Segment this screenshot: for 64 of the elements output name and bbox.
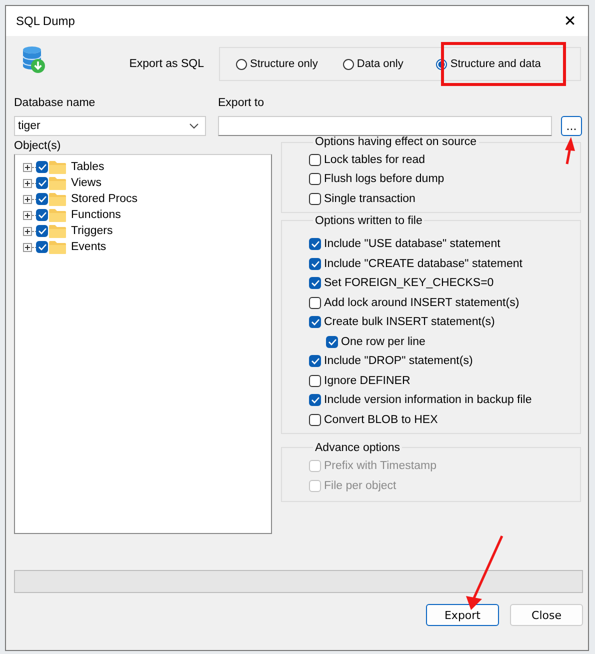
format-radio-option[interactable]: Structure only [236,58,318,70]
dialog-button[interactable]: Close [510,604,583,626]
database-dropdown[interactable]: tiger [14,116,206,136]
checkmark-icon [310,260,320,268]
expand-toggle[interactable] [23,242,32,252]
option-checkbox[interactable]: Include "CREATE database" statement [309,254,580,274]
checkmark-icon [310,240,320,248]
tree-checkbox[interactable] [36,225,48,237]
objects-label: Object(s) [14,139,62,153]
tree-item-label[interactable]: Events [71,241,106,253]
window-title: SQL Dump [16,14,75,28]
folder-icon [49,176,66,190]
tree-checkbox[interactable] [36,161,48,173]
tree-checkbox[interactable] [36,241,48,253]
export-as-label: Export as SQL [129,58,204,70]
checkmark-icon [310,318,320,326]
expand-toggle[interactable] [23,210,32,220]
option-checkbox[interactable]: Convert BLOB to HEX [309,410,580,430]
option-checkbox[interactable]: Set FOREIGN_KEY_CHECKS=0 [309,274,580,293]
checkmark-icon [310,357,320,366]
folder-icon [49,240,66,254]
export-to-label: Export to [218,96,266,110]
tree-item-label[interactable]: Functions [71,209,121,221]
tree-item-label[interactable]: Views [71,177,102,189]
tree-checkbox[interactable] [36,193,48,205]
checkmark-icon [328,338,336,346]
tree-checkbox[interactable] [36,177,48,189]
group-title: Advance options [314,442,402,454]
format-radio-option[interactable]: Structure and data [436,58,541,70]
database-name-label: Database name [14,96,96,110]
expand-toggle[interactable] [23,178,32,188]
export-path-field[interactable] [218,116,552,136]
option-checkbox[interactable]: Create bulk INSERT statement(s) [309,312,580,332]
caret-icon [189,123,199,129]
folder-icon [49,192,66,206]
folder-icon [49,208,66,222]
tree-item-label[interactable]: Stored Procs [71,193,138,205]
database-download-icon [22,46,46,74]
close-button[interactable]: ✕ [552,6,588,36]
group-title: Options having effect on source [314,136,478,148]
option-checkbox[interactable]: Add lock around INSERT statement(s) [309,293,580,312]
annotation-arrow [565,137,575,164]
option-checkbox[interactable]: Include version information in backup file [309,390,580,410]
option-checkbox[interactable]: Ignore DEFINER [309,371,580,390]
folder-icon [49,224,66,238]
option-checkbox[interactable]: Include "DROP" statement(s) [309,352,580,371]
option-checkbox[interactable]: Flush logs before dump [309,170,580,189]
option-checkbox[interactable]: Include "USE database" statement [309,234,580,254]
group-title: Options written to file [314,214,424,226]
dialog-button[interactable]: Export [426,604,499,626]
option-checkbox[interactable]: One row per line [309,332,580,352]
tree-checkbox[interactable] [36,209,48,221]
folder-icon [49,160,66,174]
browse-button[interactable]: ... [561,116,582,136]
option-checkbox[interactable]: Single transaction [309,189,580,208]
checkmark-icon [310,279,320,288]
format-radio-option[interactable]: Data only [342,58,404,70]
tree-item-label[interactable]: Tables [71,161,104,173]
tree-item-label[interactable]: Triggers [71,225,113,237]
expand-toggle[interactable] [23,226,32,236]
checkmark-icon [310,396,320,404]
expand-toggle[interactable] [23,194,32,204]
expand-toggle[interactable] [23,162,32,172]
option-checkbox[interactable]: Lock tables for read [309,150,580,170]
